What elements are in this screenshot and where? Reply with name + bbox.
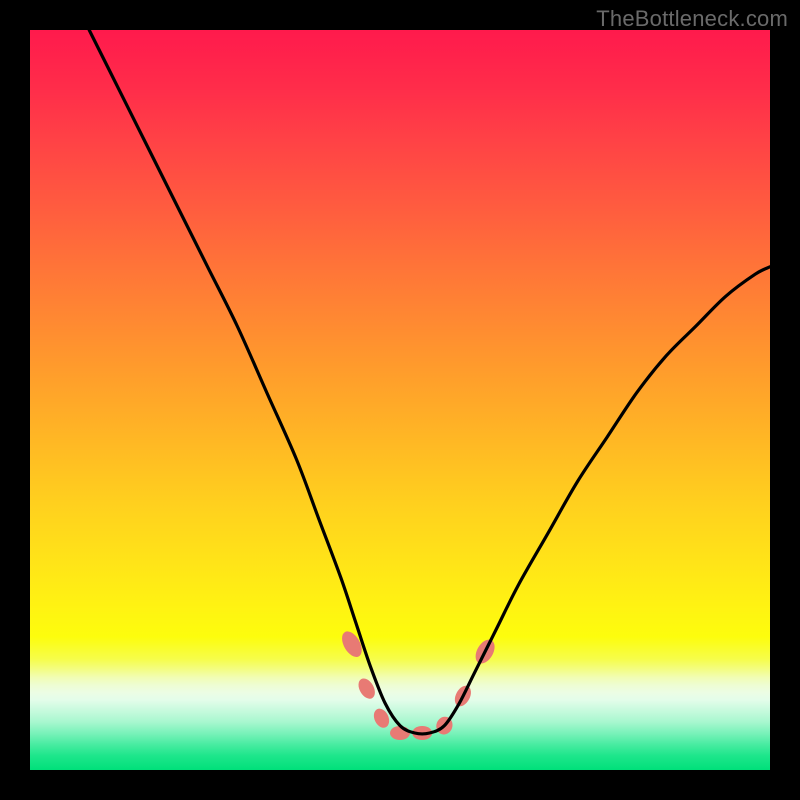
bottleneck-marker: [390, 726, 410, 740]
attribution-text: TheBottleneck.com: [596, 6, 788, 32]
bottleneck-curve: [89, 30, 770, 734]
chart-frame: TheBottleneck.com: [0, 0, 800, 800]
curve-layer: [30, 30, 770, 770]
plot-area: [30, 30, 770, 770]
